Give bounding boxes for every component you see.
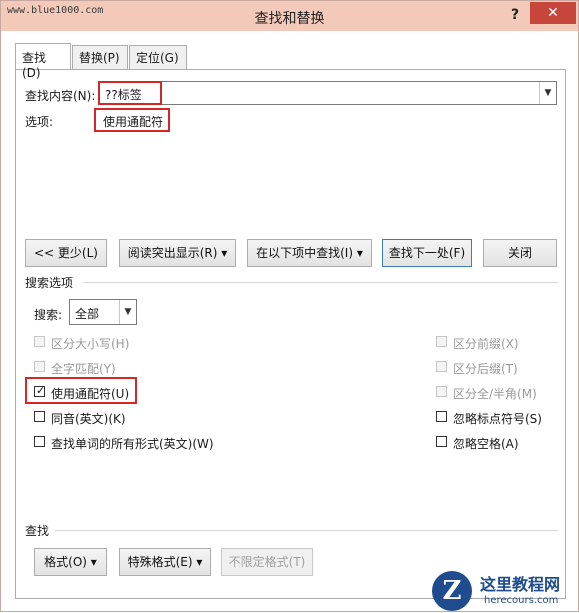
checkbox-icon[interactable] (34, 336, 45, 347)
tab-goto[interactable]: 定位(G) (129, 45, 187, 69)
format-button[interactable]: 格式(O) ▾ (34, 548, 107, 576)
no-formatting-button: 不限定格式(T) (221, 548, 313, 576)
divider (83, 282, 558, 283)
options-label: 选项: (25, 115, 54, 129)
tab-find[interactable]: 查找(D) (15, 43, 71, 80)
find-replace-dialog: www.blue1000.com 查找和替换 ? ✕ 查找(D) 替换(P) 定… (0, 0, 579, 612)
find-next-button[interactable]: 查找下一处(F) (382, 239, 472, 267)
checkbox-icon[interactable] (34, 361, 45, 372)
divider (55, 530, 558, 531)
highlight-box (25, 377, 137, 404)
close-window-button[interactable]: ✕ (530, 2, 576, 24)
search-direction-label: 搜索: (34, 308, 63, 322)
checkbox-label: 区分大小写(H) (51, 337, 130, 351)
highlight-box (98, 81, 162, 105)
checkbox-icon[interactable] (436, 411, 447, 422)
checkbox-icon[interactable] (436, 336, 447, 347)
less-button[interactable]: << 更少(L) (25, 239, 107, 267)
checkbox-label: 全字匹配(Y) (51, 362, 116, 376)
find-section-heading: 查找 (25, 524, 50, 538)
search-direction-value: 全部 (75, 307, 100, 321)
window-title: 查找和替换 (254, 11, 325, 27)
site-logo: Z 这里教程网 herecours.com (432, 569, 579, 613)
search-options-heading: 搜索选项 (25, 276, 74, 290)
chevron-down-icon[interactable]: ▼ (119, 300, 136, 324)
tab-panel (15, 69, 566, 599)
find-what-combo[interactable]: ??标签 ▼ (98, 81, 557, 105)
checkbox-label: 忽略空格(A) (453, 437, 519, 451)
special-button[interactable]: 特殊格式(E) ▾ (119, 548, 211, 576)
search-direction-select[interactable]: 全部 ▼ (69, 299, 137, 325)
tab-replace[interactable]: 替换(P) (72, 45, 128, 69)
title-bar[interactable]: www.blue1000.com 查找和替换 ? ✕ (1, 1, 578, 31)
checkbox-label: 区分全/半角(M) (453, 387, 537, 401)
checkbox-label: 同音(英文)(K) (51, 412, 126, 426)
chevron-down-icon[interactable]: ▼ (539, 82, 556, 104)
logo-name: 这里教程网 (480, 575, 561, 594)
checkbox-icon[interactable] (436, 386, 447, 397)
checkbox-icon[interactable] (436, 361, 447, 372)
find-in-button[interactable]: 在以下项中查找(I) ▾ (247, 239, 372, 267)
checkbox-icon[interactable] (34, 411, 45, 422)
logo-url: herecours.com (484, 595, 559, 606)
close-button[interactable]: 关闭 (483, 239, 557, 267)
checkbox-icon[interactable] (34, 436, 45, 447)
find-what-label: 查找内容(N): (25, 89, 96, 103)
checkbox-label: 忽略标点符号(S) (453, 412, 542, 426)
checkbox-label: 区分后缀(T) (453, 362, 518, 376)
reading-highlight-button[interactable]: 阅读突出显示(R) ▾ (119, 239, 236, 267)
help-button[interactable]: ? (503, 5, 527, 25)
logo-icon: Z (432, 571, 472, 611)
highlight-box (94, 108, 170, 132)
checkbox-label: 区分前缀(X) (453, 337, 519, 351)
checkbox-label: 查找单词的所有形式(英文)(W) (51, 437, 214, 451)
checkbox-icon[interactable] (436, 436, 447, 447)
